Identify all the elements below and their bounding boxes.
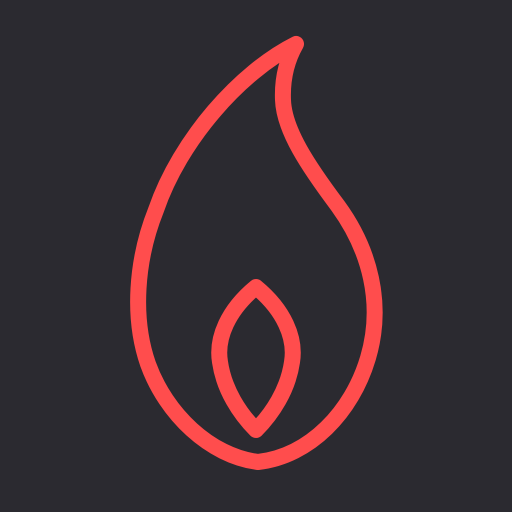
flame-inner-outline [211,279,301,438]
icon-canvas [0,0,512,512]
flame-icon [130,36,383,470]
flame-outer-outline [130,36,383,470]
